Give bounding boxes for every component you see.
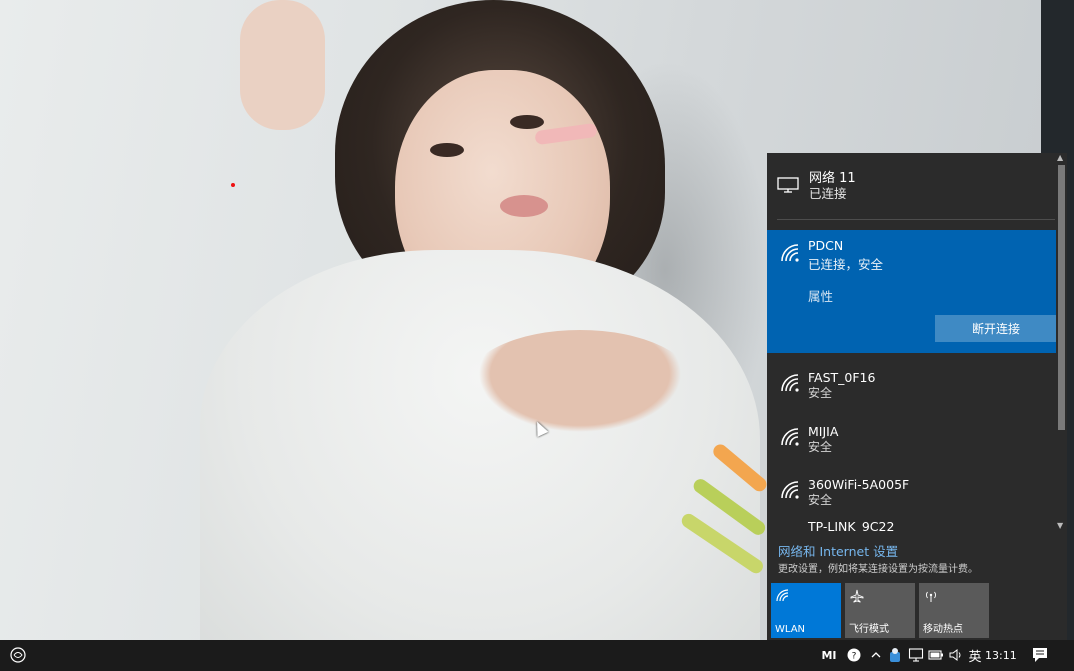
wallpaper-shirt	[200, 250, 760, 640]
tile-wlan[interactable]: WLAN	[771, 583, 841, 638]
wifi-ssid: TP-LINK_9C22	[808, 519, 895, 533]
chevron-up-icon[interactable]	[870, 649, 882, 661]
tile-airplane-mode[interactable]: 飞行模式	[845, 583, 915, 638]
tile-mobile-hotspot[interactable]: 移动热点	[919, 583, 989, 638]
taskbar: MI ? 英 13:11	[0, 640, 1074, 671]
wallpaper-neckline	[465, 330, 695, 440]
wifi-ssid: MIJIA	[808, 424, 839, 439]
wifi-signal-icon	[781, 428, 799, 446]
scroll-down-arrow-icon[interactable]: ▼	[1057, 521, 1063, 530]
flyout-scrollbar[interactable]: ▲ ▼	[1056, 153, 1067, 533]
tile-label: 移动热点	[923, 624, 963, 635]
security-tray-icon[interactable]	[888, 646, 902, 664]
wifi-status: 已连接，安全	[808, 257, 884, 272]
wifi-signal-icon	[781, 374, 799, 392]
ime-language-indicator[interactable]: 英	[966, 640, 984, 671]
mi-tray-icon[interactable]: MI	[818, 640, 840, 671]
current-network-status: 已连接	[809, 186, 847, 201]
taskbar-clock[interactable]: 13:11	[985, 640, 1017, 671]
wallpaper-eye-right	[510, 115, 544, 129]
wifi-ssid: 360WiFi-5A005F	[808, 477, 910, 492]
wifi-status: 安全	[808, 440, 833, 454]
start-button-icon[interactable]	[8, 645, 28, 665]
network-flyout: 网络 11 已连接 PDCN 已连接，安全 属性 断开连接 FAST_0F16 …	[767, 153, 1067, 640]
desktop-pc-icon	[777, 177, 799, 193]
wallpaper-eye-left	[430, 143, 464, 157]
wifi-ssid: PDCN	[808, 238, 844, 253]
wallpaper-arm	[240, 0, 325, 130]
wifi-status: 安全	[808, 386, 833, 400]
scrollbar-thumb[interactable]	[1058, 165, 1065, 430]
tile-label: 飞行模式	[849, 624, 889, 635]
battery-icon[interactable]	[928, 648, 944, 662]
current-network-entry[interactable]: 网络 11 已连接	[767, 153, 1057, 217]
volume-icon[interactable]	[948, 647, 964, 663]
wifi-icon	[776, 589, 789, 602]
red-dot	[231, 183, 235, 187]
network-monitor-icon[interactable]	[908, 647, 924, 663]
notification-center-icon[interactable]	[1030, 646, 1050, 664]
wifi-item[interactable]: TP-LINK_9C22	[767, 519, 1057, 533]
wifi-ssid: FAST_0F16	[808, 370, 876, 385]
wifi-status: 安全	[808, 493, 833, 507]
network-settings-link[interactable]: 网络和 Internet 设置	[778, 541, 898, 560]
tile-label: WLAN	[775, 624, 806, 635]
wifi-signal-icon	[781, 244, 799, 262]
flyout-divider	[777, 219, 1055, 220]
scroll-up-arrow-icon[interactable]: ▲	[1057, 153, 1063, 162]
wifi-item[interactable]: FAST_0F16 安全	[767, 360, 1057, 414]
properties-link[interactable]: 属性	[808, 286, 833, 305]
wifi-item[interactable]: MIJIA 安全	[767, 414, 1057, 468]
disconnect-button[interactable]: 断开连接	[935, 315, 1057, 342]
network-settings-description: 更改设置，例如将某连接设置为按流量计费。	[778, 564, 978, 575]
svg-text:?: ?	[852, 652, 857, 662]
wifi-signal-icon	[781, 481, 799, 499]
airplane-icon	[850, 589, 864, 603]
wifi-item[interactable]: 360WiFi-5A005F 安全	[767, 467, 1057, 521]
app-tray-icon[interactable]: ?	[846, 647, 862, 663]
hotspot-icon	[926, 591, 936, 602]
wallpaper-lips	[500, 195, 548, 217]
